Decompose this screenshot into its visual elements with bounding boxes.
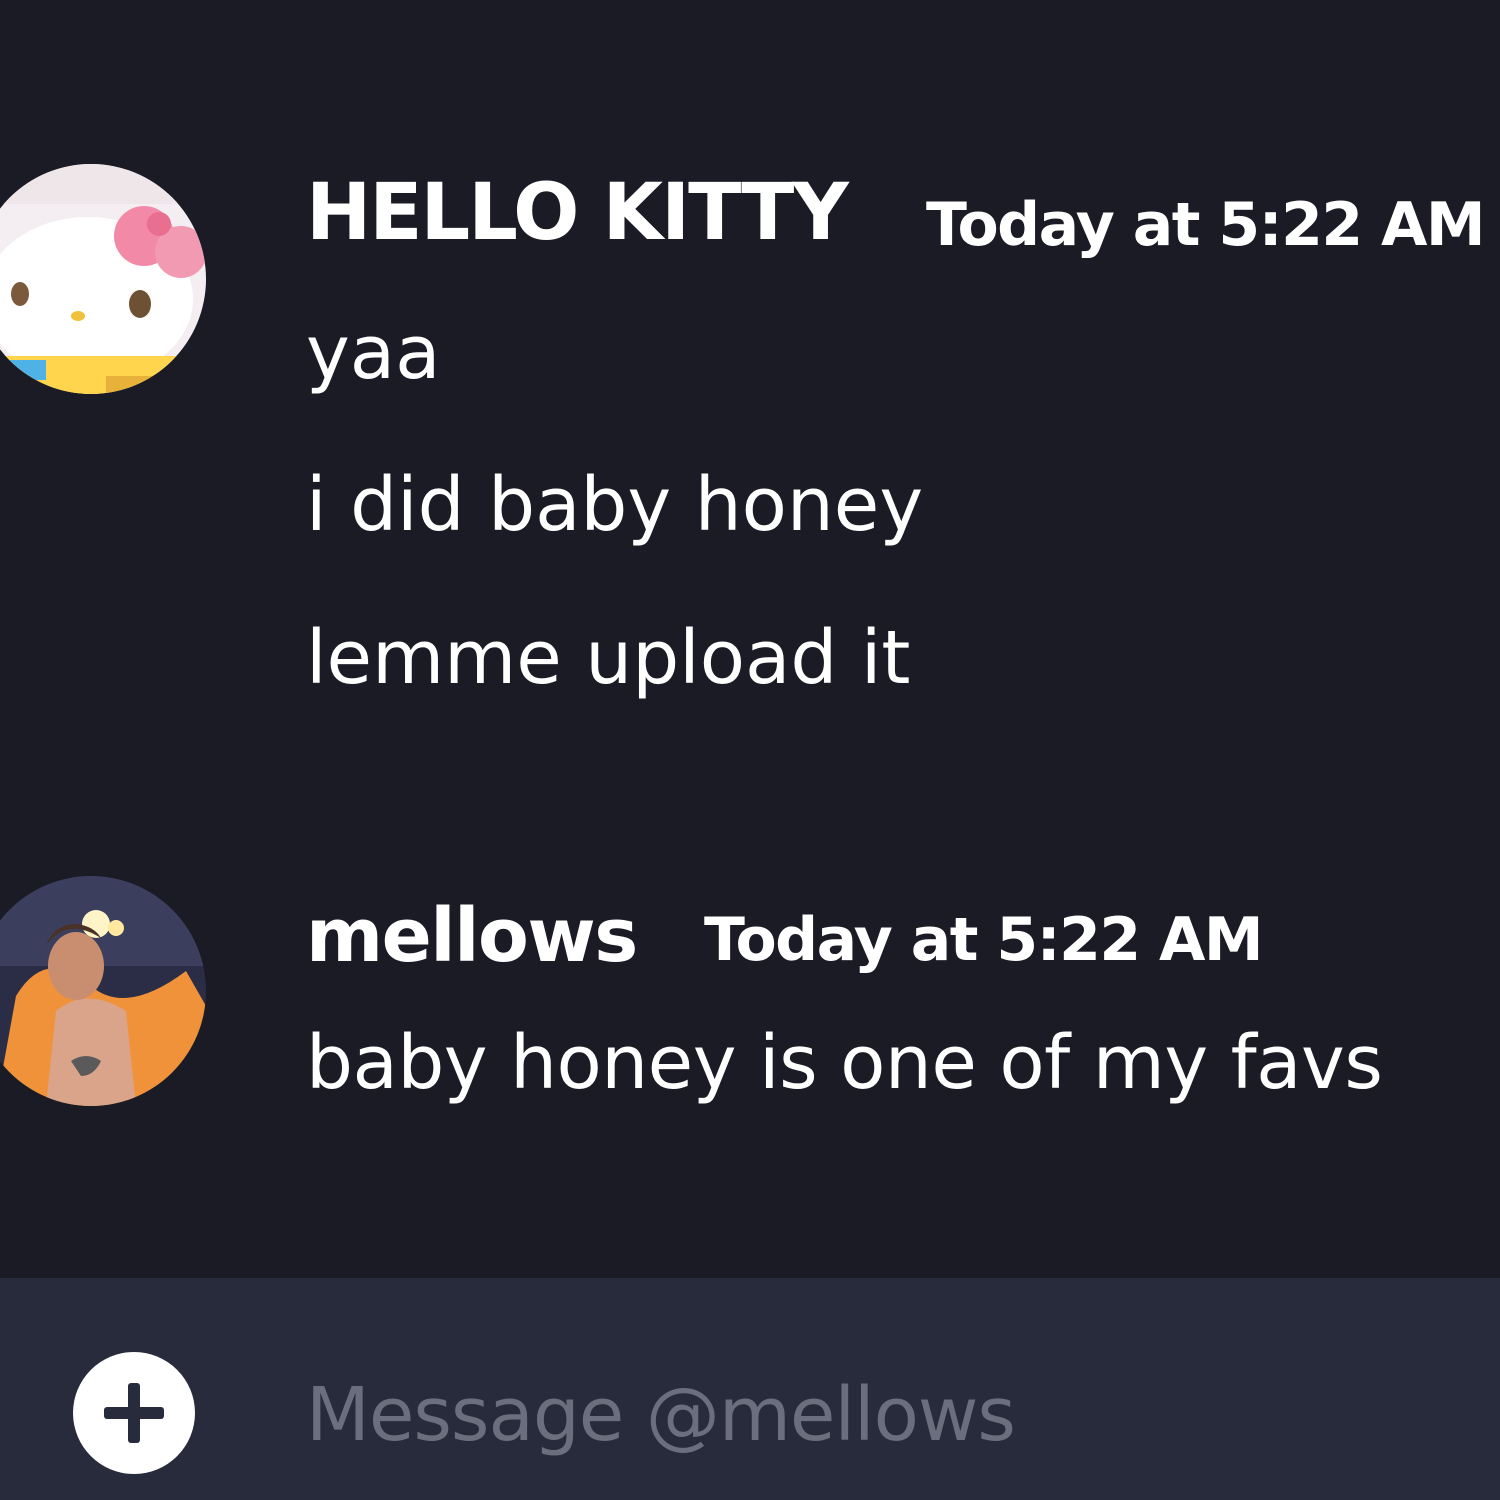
avatar[interactable] [0,164,206,394]
add-attachment-button[interactable] [73,1352,195,1474]
avatar[interactable] [0,876,206,1106]
message-input[interactable] [306,1360,1456,1470]
timestamp: Today at 5:22 AM [926,190,1486,260]
message-text: i did baby honey [306,462,924,548]
plus-icon [104,1383,164,1443]
performer-avatar-icon [0,876,206,1106]
message-text: lemme upload it [306,615,911,701]
message-list: HELLO KITTY Today at 5:22 AM yaa i did b… [0,0,1500,1278]
timestamp: Today at 5:22 AM [704,905,1264,975]
author-name[interactable]: mellows [306,893,638,979]
author-name[interactable]: HELLO KITTY [306,168,849,258]
message-text: baby honey is one of my favs [306,1020,1383,1106]
hello-kitty-avatar-icon [0,164,206,394]
message-text: yaa [306,310,441,396]
